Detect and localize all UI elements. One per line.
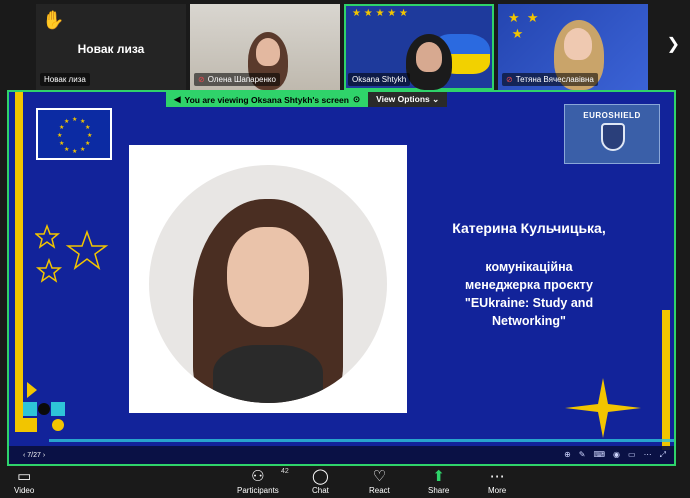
svg-text:★: ★ [57, 132, 62, 139]
svg-text:★: ★ [59, 140, 64, 147]
speaker-photo-card [129, 145, 407, 413]
speaker-name: Катерина Кульчицька, [452, 220, 606, 236]
svg-text:★: ★ [64, 146, 69, 153]
participant-face [256, 38, 280, 66]
speaker-role-line: менеджерка проєкту [465, 278, 593, 292]
participant-display-name: Новак лиза [77, 42, 145, 56]
chevron-right-icon[interactable]: ❯ [667, 34, 680, 54]
svg-text:★: ★ [85, 140, 90, 147]
mic-muted-icon: ⊘ [198, 75, 205, 84]
page-indicator: 7/27 [27, 451, 41, 459]
svg-text:★: ★ [80, 118, 85, 125]
shield-icon [601, 123, 625, 151]
shared-screen: ★ ★ ★ ★ ★ ★ ★ ★ ★ ★ ★ ★ EUROSHIELD Катер… [7, 90, 676, 466]
more-label: More [488, 486, 507, 495]
participants-count-badge: 42 [281, 468, 289, 475]
more-icon[interactable]: ⋯ [644, 450, 652, 460]
svg-text:★: ★ [72, 116, 77, 123]
meeting-toolbar: ▭ Video ⚇ 42 Participants ◯ Chat ♡ React… [0, 466, 690, 498]
presentation-slide: ★ ★ ★ ★ ★ ★ ★ ★ ★ ★ ★ ★ EUROSHIELD Катер… [9, 92, 674, 464]
euroshield-logo: EUROSHIELD [564, 104, 660, 164]
chevron-down-icon: ⌄ [432, 94, 440, 104]
screen-share-banner: ◀ You are viewing Oksana Shtykh's screen… [166, 92, 448, 107]
captions-icon[interactable]: ▭ [628, 450, 636, 460]
decorative-stars [35, 223, 109, 283]
svg-text:★: ★ [87, 132, 92, 139]
participant-name: Олена Шапаренко [207, 75, 276, 84]
svg-text:★: ★ [80, 146, 85, 153]
video-label: Video [14, 486, 35, 495]
view-options-button[interactable]: View Options ⌄ [368, 92, 448, 107]
participant-name-label: Oksana Shtykh [348, 73, 411, 86]
chat-label: Chat [312, 486, 329, 495]
slide-tool-icons: ⊕ ✎ ⌨ ◉ ▭ ⋯ ⤢ [564, 450, 666, 460]
video-camera-icon: ▭ [17, 468, 32, 485]
participant-face [564, 28, 592, 60]
share-button[interactable]: ⬆ Share [428, 468, 449, 495]
participant-tile-3[interactable]: ★ ★ ★ ★ ★ Oksana Shtykh [344, 4, 494, 90]
zoom-icon[interactable]: ⊕ [564, 450, 571, 460]
svg-text:★: ★ [59, 124, 64, 131]
view-options-label: View Options [376, 94, 430, 104]
viewing-indicator: ◀ You are viewing Oksana Shtykh's screen… [166, 92, 369, 107]
audio-icon[interactable]: ◉ [613, 450, 620, 460]
eu-stars-circle-icon: ★ ★★ ★★★ ★★★ ★★★ [57, 116, 92, 155]
slide-pager[interactable]: ‹ 7/27 › [23, 452, 45, 459]
speaker-role-line: комунікаційна [485, 260, 573, 274]
speaker-role-line: Networking" [492, 314, 566, 328]
participant-name: Oksana Shtykh [352, 75, 407, 84]
share-screen-icon: ⬆ [432, 468, 445, 485]
react-button[interactable]: ♡ React [369, 468, 390, 495]
participant-name-label: ⊘ Тетяна Вячеславівна [502, 73, 598, 86]
zoom-meeting-window: ✋ Новак лиза Новак лиза ⊘ Олена Шапаренко… [0, 0, 690, 498]
logo-text: EUROSHIELD [583, 111, 641, 120]
annotate-icon[interactable]: ✎ [579, 450, 586, 460]
slide-bottom-line [49, 439, 674, 442]
participant-tile-1[interactable]: ✋ Новак лиза Новак лиза [36, 4, 186, 90]
svg-text:★: ★ [72, 148, 77, 155]
keyboard-icon[interactable]: ⌨ [594, 450, 606, 460]
speaker-photo [149, 165, 387, 403]
viewing-text: You are viewing Oksana Shtykh's screen [184, 94, 349, 105]
participant-name-label: Новак лиза [40, 73, 90, 86]
react-label: React [369, 486, 390, 495]
expand-icon[interactable]: ⤢ [660, 450, 666, 460]
more-dots-icon: ⋯ [489, 468, 505, 485]
participant-name: Новак лиза [44, 75, 86, 84]
participant-strip: ✋ Новак лиза Новак лиза ⊘ Олена Шапаренко… [0, 0, 690, 90]
yellow-accent-bar [15, 92, 23, 432]
participant-tile-2[interactable]: ⊘ Олена Шапаренко [190, 4, 340, 90]
raised-hand-icon: ✋ [42, 10, 65, 30]
svg-text:★: ★ [64, 118, 69, 125]
photo-face [227, 227, 309, 327]
eu-flag-icon: ★ ★ ★ ★ ★ ★ ★ ★ ★ ★ ★ ★ [36, 108, 112, 160]
video-button[interactable]: ▭ Video [14, 468, 34, 495]
eu-star-icon: ★ ★ ★ [508, 10, 539, 41]
participants-label: Participants [237, 486, 279, 495]
eu-star-icon: ★ ★ ★ ★ ★ [352, 8, 408, 19]
participants-button[interactable]: ⚇ 42 Participants [237, 468, 289, 495]
share-label: Share [428, 486, 450, 495]
participant-tile-4[interactable]: ★ ★ ★ ⊘ Тетяна Вячеславівна [498, 4, 648, 90]
participant-name: Тетяна Вячеславівна [515, 75, 594, 84]
speaker-caption: Катерина Кульчицька, комунікаційна менед… [409, 220, 649, 330]
participants-icon: ⚇ [251, 468, 265, 485]
svg-text:★: ★ [85, 124, 90, 131]
chat-button[interactable]: ◯ Chat [312, 468, 329, 495]
yellow-accent-bar [662, 310, 670, 450]
mic-muted-icon: ⊘ [506, 75, 513, 84]
participant-name-label: ⊘ Олена Шапаренко [194, 73, 280, 86]
speaker-icon: ◀ [174, 94, 181, 104]
participant-face [416, 42, 442, 72]
heart-icon: ♡ [372, 468, 387, 485]
more-button[interactable]: ⋯ More [488, 468, 506, 495]
chat-bubble-icon: ◯ [312, 468, 329, 485]
geometric-pattern [23, 382, 65, 432]
slide-control-strip: ‹ 7/27 › ⊕ ✎ ⌨ ◉ ▭ ⋯ ⤢ [9, 446, 674, 464]
speaker-role-line: "EUkraine: Study and [464, 296, 594, 310]
sparkle-star-icon [565, 378, 641, 438]
photo-top [213, 345, 323, 403]
pointer-icon: ⊙ [352, 94, 361, 104]
